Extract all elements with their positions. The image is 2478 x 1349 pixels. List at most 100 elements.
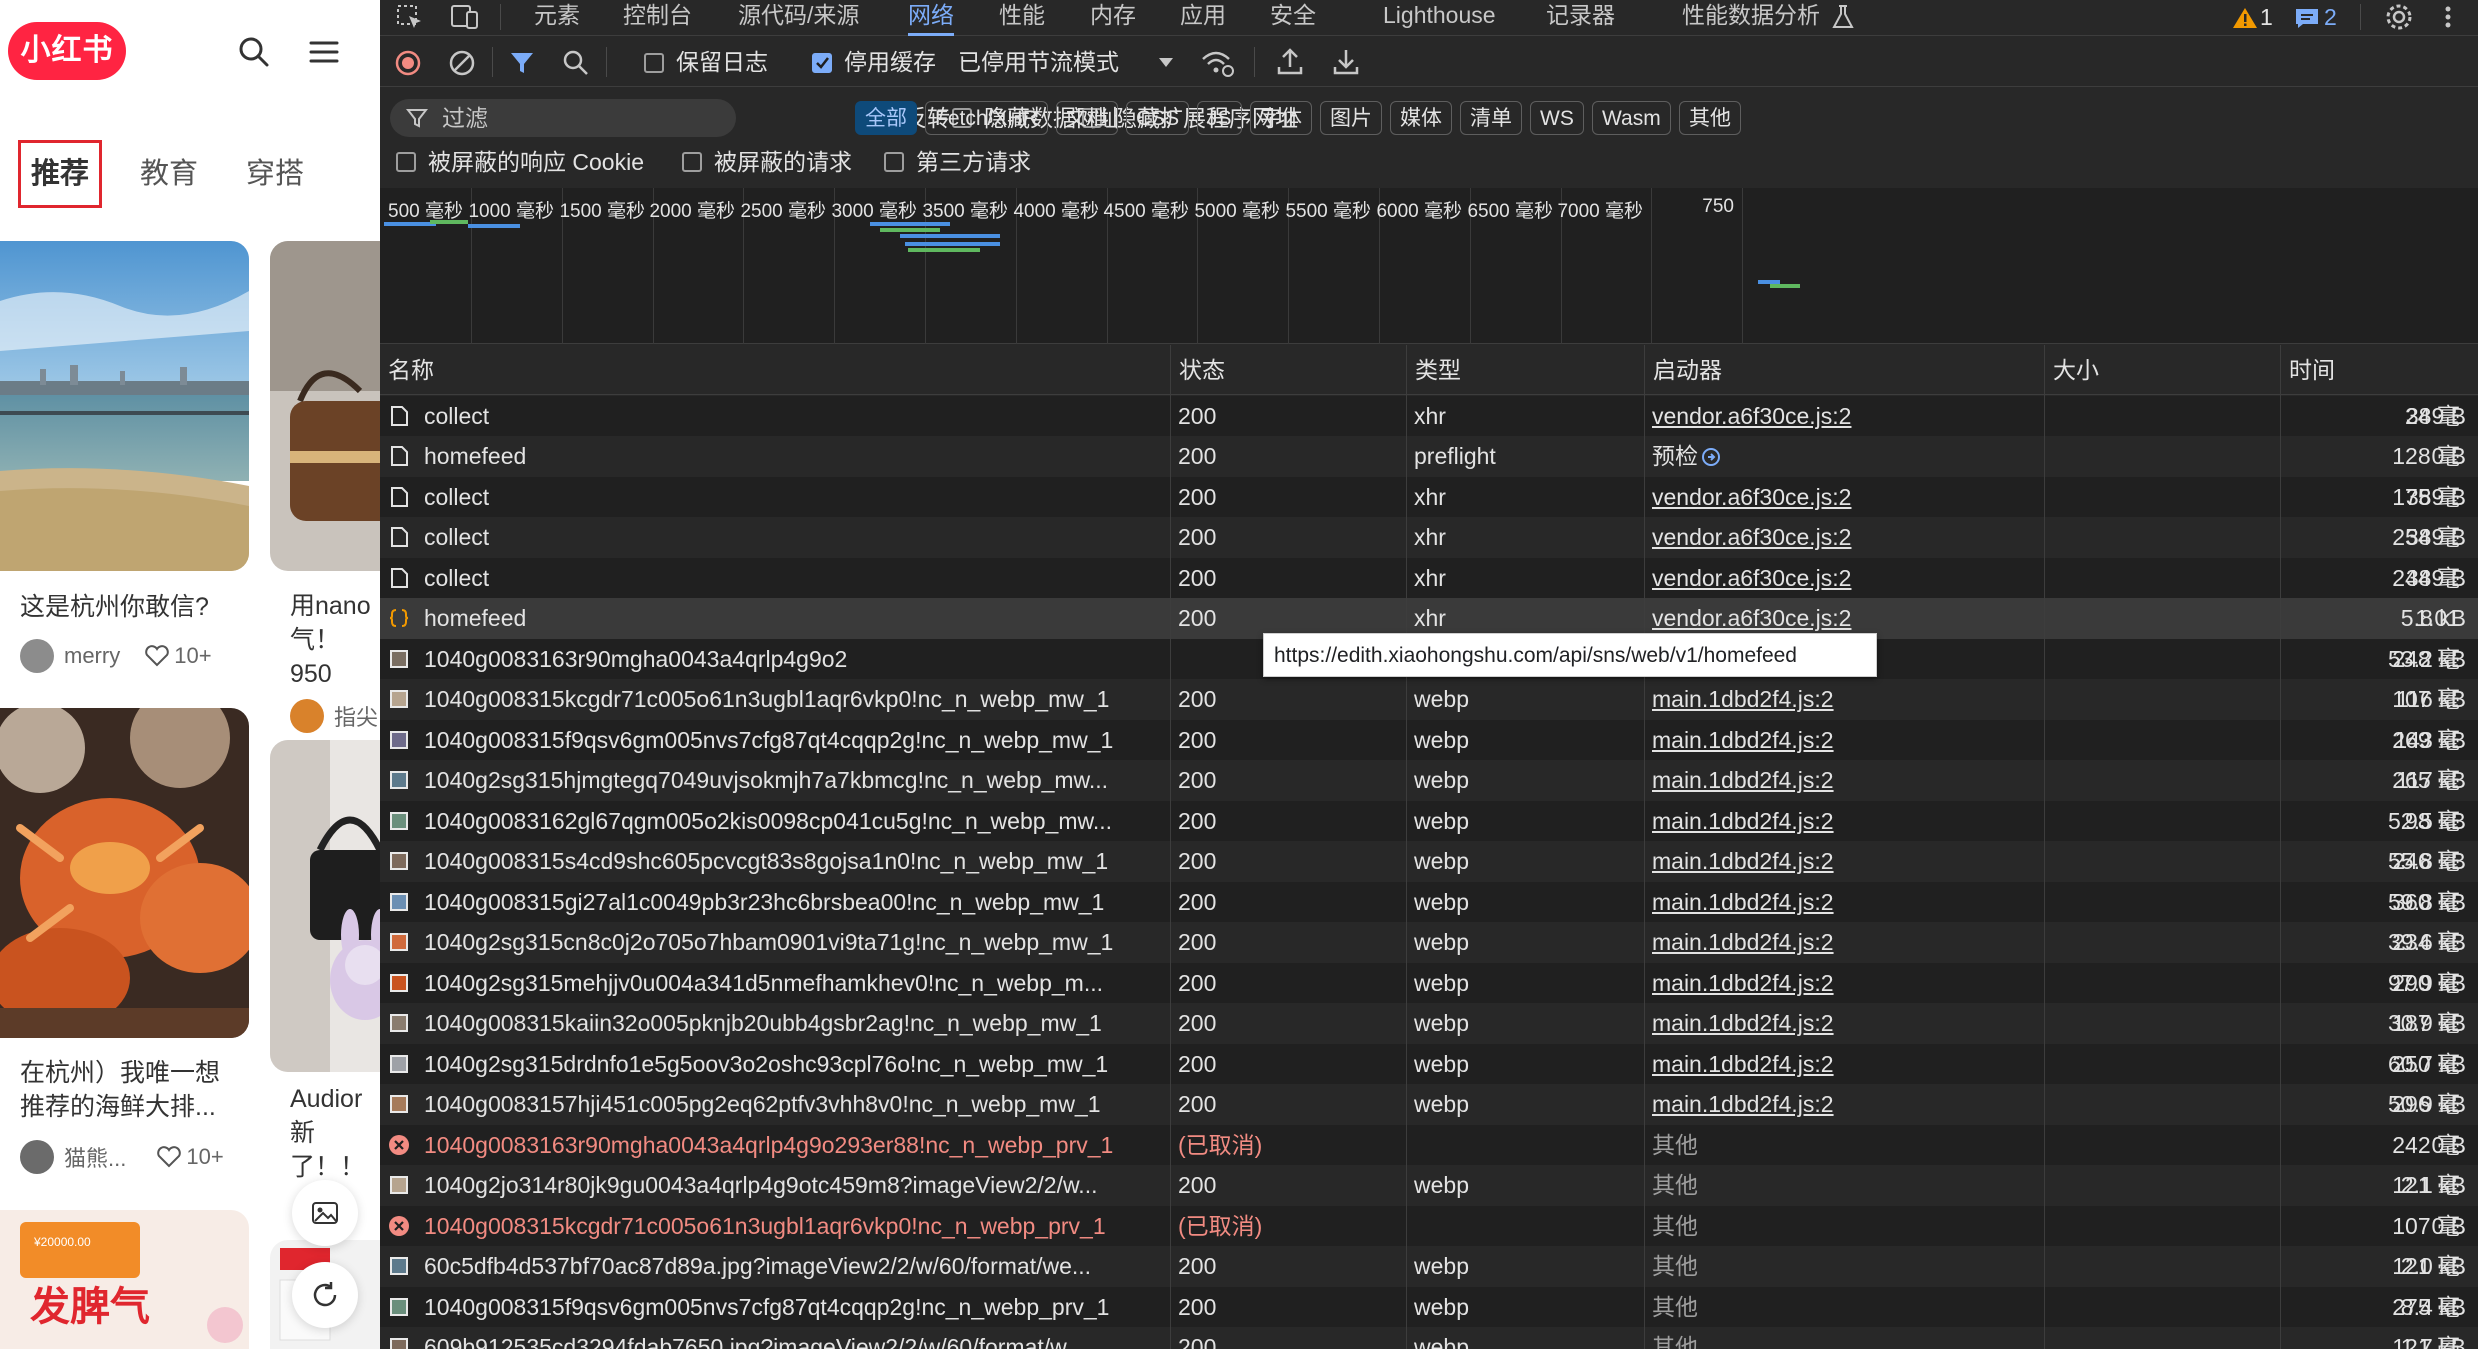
request-row[interactable]: collect 200 xhr vendor.a6f30ce.js:2 389 B 175…	[380, 476, 2478, 518]
like-button[interactable]: 10+	[156, 1144, 224, 1170]
third-party-checkbox[interactable]	[884, 152, 904, 172]
settings-gear-icon[interactable]	[2384, 2, 2414, 32]
filter-type-fetch-xhr[interactable]: Fetch/XHR	[925, 101, 1048, 135]
request-row[interactable]: collect 200 xhr vendor.a6f30ce.js:2 389 B 24 …	[380, 396, 2478, 437]
column-name[interactable]: 名称	[380, 345, 1170, 395]
author-name[interactable]: 猫熊...	[64, 1141, 126, 1173]
throttling-select[interactable]: 已停用节流模式	[958, 47, 1119, 77]
note-card[interactable]: 在杭州）我唯一想 推荐的海鲜大排... 猫熊... 10+	[0, 708, 249, 1174]
note-title[interactable]: 这是杭州你敢信?	[0, 589, 249, 625]
request-row[interactable]: 1040g2sg315mehjjv0u004a341d5nmefhamkhev0…	[380, 962, 2478, 1004]
more-options-icon[interactable]	[2442, 4, 2454, 30]
request-row[interactable]: 60c5dfb4d537bf70ac87d89a.jpg?imageView2/…	[380, 1246, 2478, 1287]
note-title[interactable]: Audior新 了！！	[270, 1082, 380, 1184]
filter-type-font[interactable]: 字体	[1250, 101, 1312, 135]
tab-sources[interactable]: 源代码/来源	[738, 0, 859, 36]
message-count[interactable]: 2	[2324, 2, 2337, 32]
tab-elements[interactable]: 元素	[534, 0, 580, 36]
tab-memory[interactable]: 内存	[1090, 0, 1136, 36]
request-row[interactable]: collect 200 xhr vendor.a6f30ce.js:2 389 B 244…	[380, 557, 2478, 599]
request-row[interactable]: 1040g008315s4cd9shc605pcvcgt83s8gojsa1n0…	[380, 841, 2478, 882]
publish-image-button[interactable]	[292, 1180, 358, 1246]
message-icon[interactable]	[2294, 6, 2320, 30]
avatar[interactable]	[290, 699, 324, 733]
filter-type-doc[interactable]: 文档	[1056, 101, 1118, 135]
avatar[interactable]	[20, 1140, 54, 1174]
column-divider[interactable]	[1406, 345, 1407, 1349]
chevron-down-icon[interactable]	[1158, 57, 1174, 69]
request-row[interactable]: 1040g0083162gl67qgm005o2kis0098cp041cu5g…	[380, 800, 2478, 842]
note-title[interactable]: 用nano 气！950	[270, 589, 380, 691]
request-row[interactable]: 1040g0083157hji451c005pg2eq62ptfv3vhh8v0…	[380, 1084, 2478, 1125]
note-cover-image[interactable]: ¥20000.00 发脾气	[0, 1210, 249, 1349]
request-row[interactable]: 1040g008315f9qsv6gm005nvs7cfg87qt4cqqp2g…	[380, 719, 2478, 761]
record-stop-icon[interactable]	[394, 49, 422, 77]
column-status[interactable]: 状态	[1170, 345, 1406, 395]
tab-performance-insights[interactable]: 性能数据分析	[1682, 0, 1820, 36]
tab-security[interactable]: 安全	[1270, 0, 1316, 36]
filter-type-media[interactable]: 媒体	[1390, 101, 1452, 135]
column-time[interactable]: 时间	[2280, 345, 2478, 395]
filter-type-ws[interactable]: WS	[1530, 101, 1584, 135]
note-card[interactable]: 这是杭州你敢信? merry 10+	[0, 241, 249, 673]
note-card[interactable]: ¥20000.00 发脾气	[0, 1210, 249, 1349]
menu-icon[interactable]	[306, 34, 342, 70]
filter-icon[interactable]	[508, 49, 536, 77]
warning-icon[interactable]	[2232, 6, 2258, 30]
clear-icon[interactable]	[448, 49, 476, 77]
request-row[interactable]: 1040g008315kcgdr71c005o61n3ugbl1aqr6vkp0…	[380, 1205, 2478, 1247]
warning-count[interactable]: 1	[2260, 2, 2273, 32]
column-type[interactable]: 类型	[1406, 345, 1644, 395]
filter-type-wasm[interactable]: Wasm	[1592, 101, 1671, 135]
note-card[interactable]: 用nano 气！950 指尖	[270, 241, 380, 733]
note-cover-image[interactable]	[0, 241, 249, 571]
like-button[interactable]: 10+	[144, 643, 212, 669]
filter-type-all[interactable]: 全部	[855, 101, 917, 135]
disable-cache-checkbox[interactable]	[812, 53, 832, 73]
refresh-button[interactable]	[292, 1262, 358, 1328]
column-size[interactable]: 大小	[2044, 345, 2280, 395]
author-name[interactable]: merry	[64, 643, 120, 669]
column-initiator[interactable]: 启动器	[1644, 345, 2044, 395]
column-divider[interactable]	[2280, 345, 2281, 1349]
request-row[interactable]: 1040g008315gi27al1c0049pb3r23hc6brsbea00…	[380, 881, 2478, 923]
filter-type-other[interactable]: 其他	[1679, 101, 1741, 135]
request-row[interactable]: 1040g008315f9qsv6gm005nvs7cfg87qt4cqqp2g…	[380, 1286, 2478, 1328]
column-divider[interactable]	[1170, 345, 1171, 1349]
author-name[interactable]: 指尖	[334, 700, 378, 732]
tab-education[interactable]: 教育	[130, 140, 208, 208]
tab-outfit[interactable]: 穿搭	[236, 140, 314, 208]
request-row[interactable]: 1040g008315kaiin32o005pknjb20ubb4gsbr2ag…	[380, 1003, 2478, 1044]
tab-recorder[interactable]: 记录器	[1546, 0, 1615, 36]
tab-lighthouse[interactable]: Lighthouse	[1383, 0, 1496, 36]
request-row[interactable]: 1040g2sg315cn8c0j2o705o7hbam0901vi9ta71g…	[380, 922, 2478, 963]
request-row[interactable]: 1040g0083163r90mgha0043a4qrlp4g9o293er88…	[380, 1124, 2478, 1166]
note-title[interactable]: 在杭州）我唯一想 推荐的海鲜大排...	[0, 1056, 249, 1124]
request-row[interactable]: homefeed 200 preflight 预检 0 B 128 毫	[380, 436, 2478, 477]
network-conditions-icon[interactable]	[1200, 49, 1234, 77]
note-card[interactable]: Audior新 了！！	[270, 740, 380, 1184]
tab-network[interactable]: 网络	[908, 0, 954, 36]
column-divider[interactable]	[1644, 345, 1645, 1349]
preserve-log-checkbox[interactable]	[644, 53, 664, 73]
tab-recommend[interactable]: 推荐	[18, 140, 103, 208]
filter-type-manifest[interactable]: 清单	[1460, 101, 1522, 135]
inspect-element-icon[interactable]	[396, 4, 424, 30]
blocked-requests-checkbox[interactable]	[682, 152, 702, 172]
filter-type-css[interactable]: CSS	[1126, 101, 1190, 135]
tab-console[interactable]: 控制台	[623, 0, 692, 36]
request-row[interactable]: 1040g2jo314r80jk9gu0043a4qrlp4g9otc459m8…	[380, 1165, 2478, 1206]
request-row[interactable]: 1040g2sg315drdnfo1e5g5oov3o2oshc93cpl76o…	[380, 1043, 2478, 1085]
network-overview-timeline[interactable]: 500 毫秒 1000 毫秒 1500 毫秒 2000 毫秒 2500 毫秒 3000 毫…	[380, 188, 2478, 344]
filter-type-js[interactable]: JS	[1197, 101, 1242, 135]
note-cover-image[interactable]	[0, 708, 249, 1038]
search-icon[interactable]	[562, 49, 590, 77]
filter-type-img[interactable]: 图片	[1320, 101, 1382, 135]
column-divider[interactable]	[2044, 345, 2045, 1349]
blocked-cookies-checkbox[interactable]	[396, 152, 416, 172]
device-toolbar-icon[interactable]	[450, 4, 480, 30]
request-row[interactable]: 609b912535cd3294fdab7650.jpg?imageView2/…	[380, 1327, 2478, 1349]
note-cover-image[interactable]	[270, 241, 380, 571]
import-har-icon[interactable]	[1276, 47, 1304, 77]
xhs-logo[interactable]: 小红书	[8, 22, 126, 80]
